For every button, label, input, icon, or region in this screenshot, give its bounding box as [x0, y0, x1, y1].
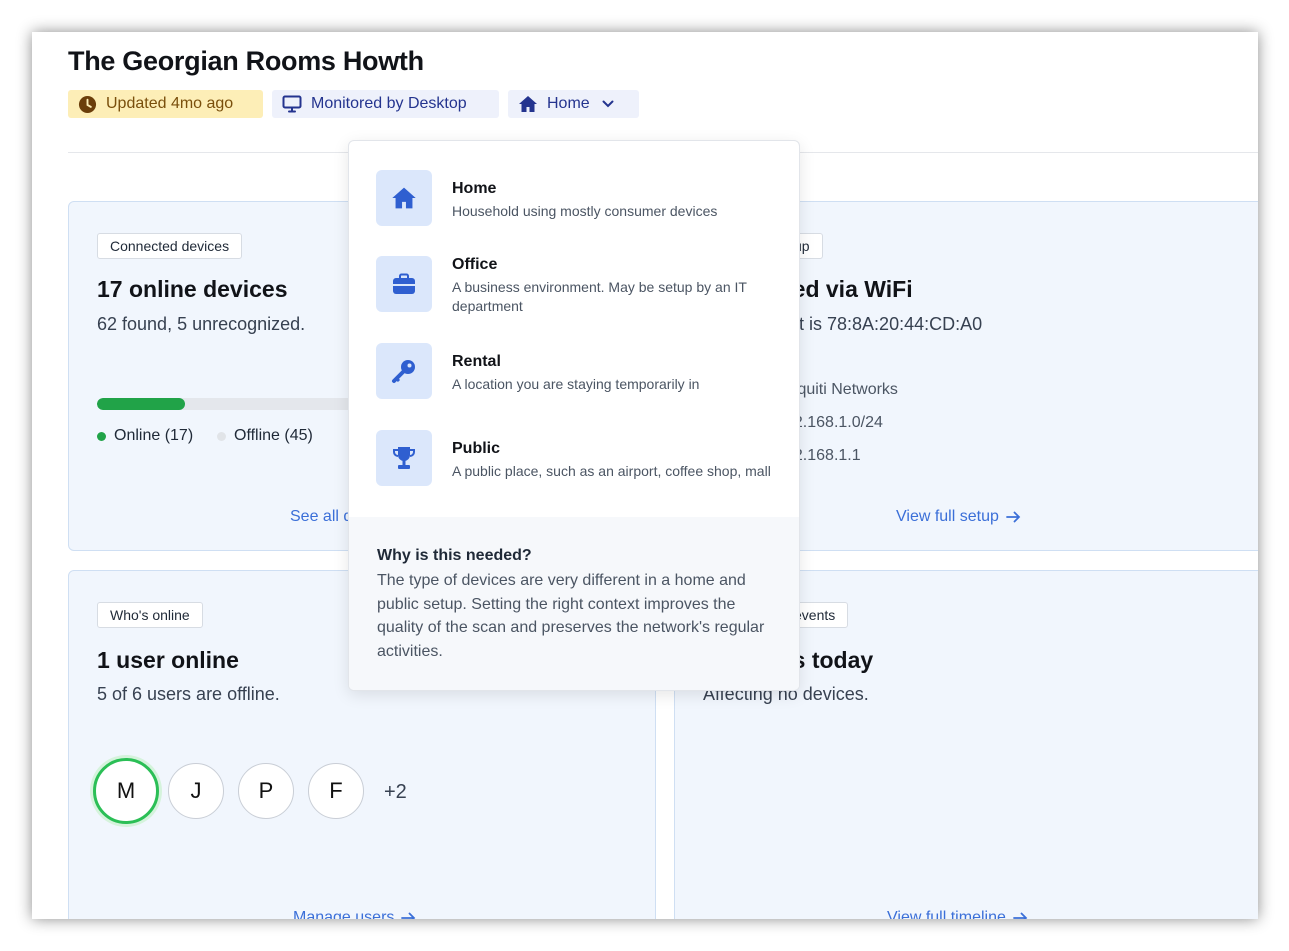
users-subtitle: 5 of 6 users are offline.: [97, 684, 280, 704]
option-description: Household using mostly consumer devices: [452, 203, 718, 219]
option-description: A business environment. May be setup by …: [452, 279, 747, 314]
avatar[interactable]: J: [168, 763, 224, 819]
why-needed-title: Why is this needed?: [377, 547, 532, 564]
updated-label: Updated 4mo ago: [106, 95, 234, 112]
why-needed-section: Why is this needed? The type of devices …: [349, 517, 799, 690]
dropdown-option-office[interactable]: Office A business environment. May be se…: [376, 256, 776, 314]
desktop-icon: [282, 95, 302, 113]
arrow-right-icon: [401, 912, 416, 919]
dropdown-option-public[interactable]: Public A public place, such as an airpor…: [376, 430, 776, 486]
option-description: A public place, such as an airport, coff…: [452, 463, 771, 479]
view-full-timeline-label: View full timeline: [887, 909, 1006, 919]
environment-dropdown-menu: Home Household using mostly consumer dev…: [348, 140, 800, 691]
setup-headline: ted via WiFi: [785, 276, 913, 302]
key-icon: [376, 343, 432, 399]
why-needed-text: The type of devices are very different i…: [377, 572, 765, 660]
environment-label: Home: [547, 95, 590, 112]
devices-tag: Connected devices: [97, 233, 243, 259]
view-full-timeline-link[interactable]: View full timeline: [887, 909, 1028, 919]
option-title: Office: [452, 256, 498, 273]
option-title: Home: [452, 180, 497, 197]
option-title: Public: [452, 440, 501, 457]
page-title: The Georgian Rooms Howth: [68, 46, 424, 76]
avatar[interactable]: P: [238, 763, 294, 819]
arrow-right-icon: [1012, 912, 1028, 919]
dropdown-option-rental[interactable]: Rental A location you are staying tempor…: [376, 343, 776, 399]
more-users-count[interactable]: +2: [384, 781, 407, 804]
legend-online-label: Online (17): [114, 427, 194, 444]
offline-dot-icon: [217, 431, 226, 441]
setup-subtitle: int is 78:8A:20:44:CD:A0: [785, 314, 983, 334]
option-title: Rental: [452, 353, 501, 370]
home-icon: [376, 170, 432, 226]
avatar[interactable]: M: [93, 758, 159, 824]
dropdown-option-home[interactable]: Home Household using mostly consumer dev…: [376, 170, 776, 226]
updated-badge: Updated 4mo ago: [68, 90, 263, 118]
users-tag: Who's online: [97, 602, 203, 628]
view-full-setup-label: View full setup: [896, 508, 999, 525]
environment-dropdown-button[interactable]: Home: [508, 90, 639, 118]
view-full-setup-link[interactable]: View full setup: [896, 508, 1021, 526]
users-headline: 1 user online: [97, 647, 239, 673]
see-all-devices-link[interactable]: See all d: [290, 508, 352, 526]
online-dot-icon: [97, 431, 106, 441]
trophy-icon: [376, 430, 432, 486]
app-window: The Georgian Rooms Howth Updated 4mo ago…: [32, 32, 1258, 919]
see-all-devices-label: See all d: [290, 508, 353, 525]
chevron-down-icon: [602, 100, 614, 108]
legend-online: Online (17): [97, 427, 193, 445]
manage-users-label: Manage users: [293, 909, 395, 919]
monitored-badge: Monitored by Desktop: [272, 90, 499, 118]
legend-offline: Offline (45): [217, 427, 313, 445]
manage-users-link[interactable]: Manage users: [293, 909, 416, 919]
devices-subtitle: 62 found, 5 unrecognized.: [97, 314, 306, 334]
briefcase-icon: [376, 256, 432, 312]
setup-vendor: biquiti Networks: [785, 381, 898, 398]
devices-progress-fill: [97, 398, 185, 410]
devices-headline: 17 online devices: [97, 276, 288, 302]
home-icon: [518, 95, 538, 113]
clock-icon: [78, 95, 97, 114]
option-description: A location you are staying temporarily i…: [452, 376, 700, 392]
arrow-right-icon: [1005, 511, 1021, 523]
legend-offline-label: Offline (45): [234, 427, 313, 444]
monitored-label: Monitored by Desktop: [311, 95, 467, 112]
avatar[interactable]: F: [308, 763, 364, 819]
